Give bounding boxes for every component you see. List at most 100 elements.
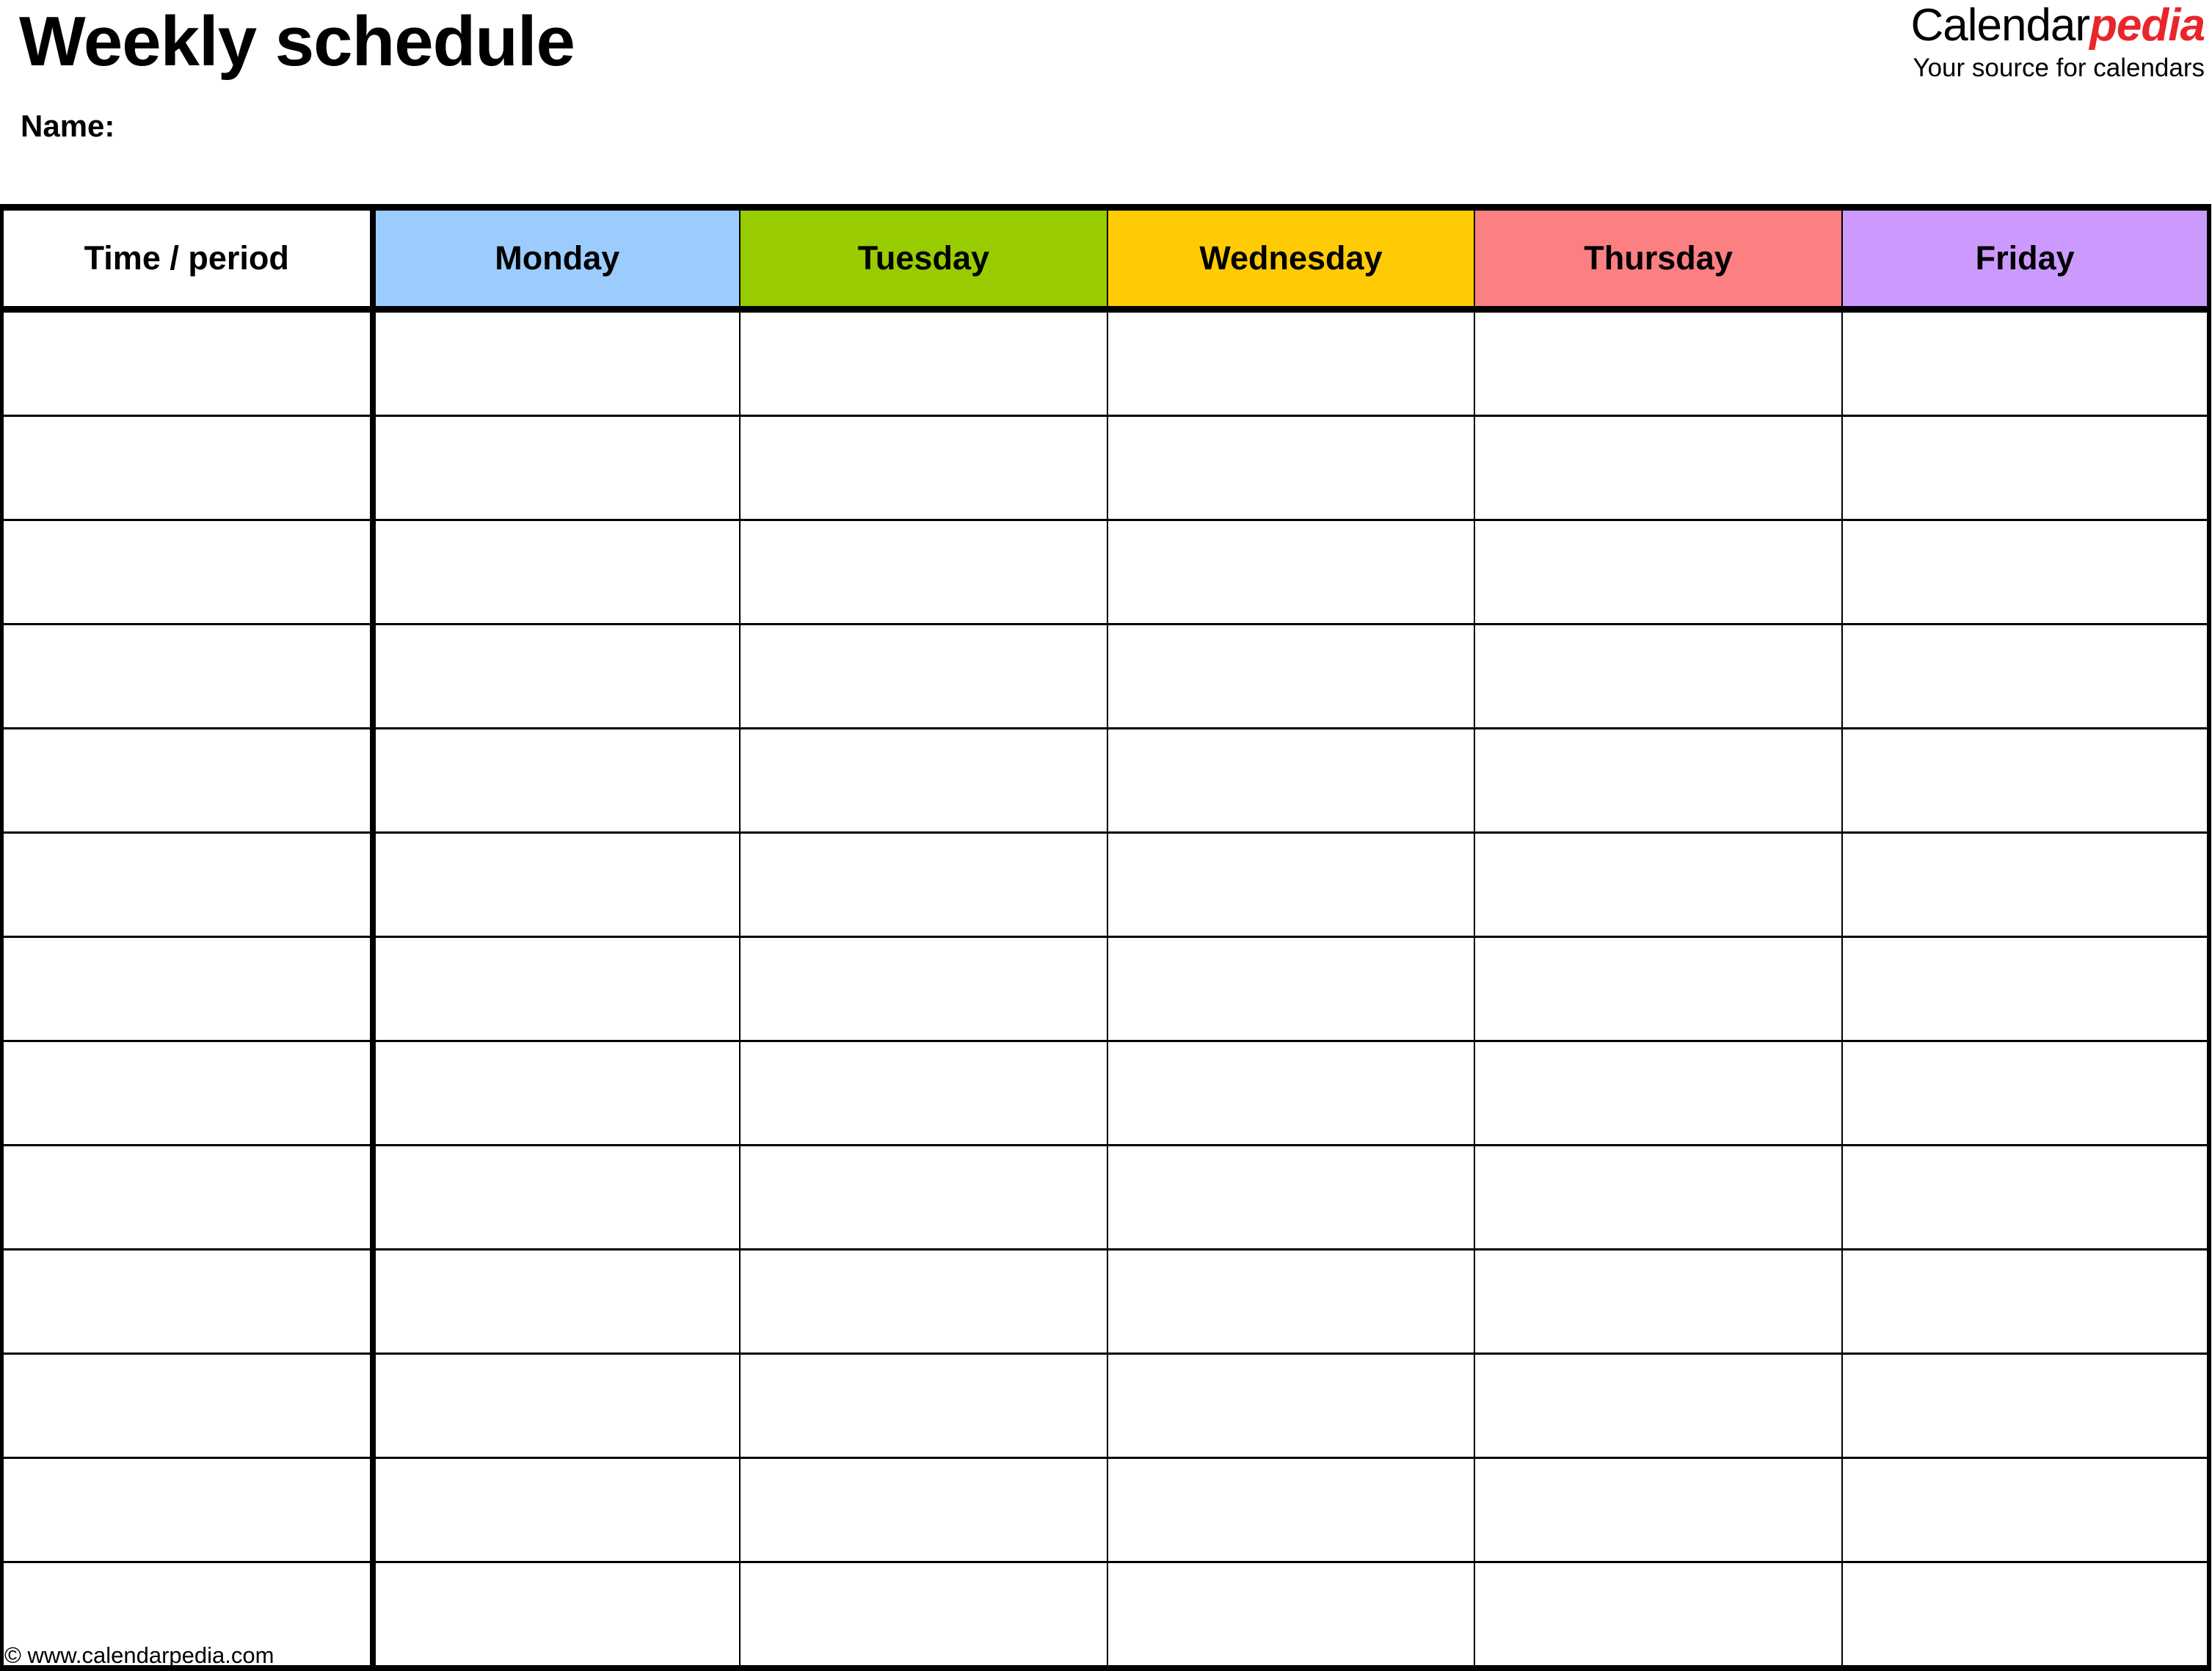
footer-copyright: © www.calendarpedia.com <box>4 1642 274 1668</box>
cell-time-row-7[interactable] <box>0 936 376 1042</box>
cell-friday-row-11[interactable] <box>1841 1353 2212 1459</box>
cell-friday-row-6[interactable] <box>1841 831 2212 938</box>
cell-time-row-11[interactable] <box>0 1353 376 1459</box>
cell-wednesday-row-8[interactable] <box>1106 1040 1476 1146</box>
cell-thursday-row-2[interactable] <box>1474 415 1843 521</box>
cell-tuesday-row-11[interactable] <box>739 1353 1108 1459</box>
cell-friday-row-7[interactable] <box>1841 936 2212 1042</box>
cell-wednesday-row-9[interactable] <box>1106 1144 1476 1250</box>
cell-friday-row-8[interactable] <box>1841 1040 2212 1146</box>
cell-tuesday-row-12[interactable] <box>739 1457 1108 1563</box>
cell-thursday-row-13[interactable] <box>1474 1561 1843 1671</box>
cell-tuesday-row-8[interactable] <box>739 1040 1108 1146</box>
cell-thursday-row-1[interactable] <box>1474 308 1843 417</box>
cell-time-row-10[interactable] <box>0 1248 376 1355</box>
table-row <box>0 1353 2212 1459</box>
cell-tuesday-row-6[interactable] <box>739 831 1108 938</box>
cell-thursday-row-10[interactable] <box>1474 1248 1843 1355</box>
cell-monday-row-11[interactable] <box>371 1353 741 1459</box>
table-row <box>0 1040 2212 1146</box>
cell-thursday-row-3[interactable] <box>1474 519 1843 625</box>
cell-wednesday-row-4[interactable] <box>1106 623 1476 729</box>
cell-tuesday-row-13[interactable] <box>739 1561 1108 1671</box>
cell-friday-row-3[interactable] <box>1841 519 2212 625</box>
cell-wednesday-row-13[interactable] <box>1106 1561 1476 1671</box>
cell-friday-row-5[interactable] <box>1841 727 2212 834</box>
cell-time-row-2[interactable] <box>0 415 376 521</box>
cell-tuesday-row-9[interactable] <box>739 1144 1108 1250</box>
column-header-thursday: Thursday <box>1474 204 1843 313</box>
cell-friday-row-2[interactable] <box>1841 415 2212 521</box>
cell-wednesday-row-11[interactable] <box>1106 1353 1476 1459</box>
column-header-wednesday: Wednesday <box>1106 204 1476 313</box>
cell-tuesday-row-4[interactable] <box>739 623 1108 729</box>
cell-wednesday-row-3[interactable] <box>1106 519 1476 625</box>
cell-wednesday-row-5[interactable] <box>1106 727 1476 834</box>
cell-monday-row-4[interactable] <box>371 623 741 729</box>
cell-monday-row-12[interactable] <box>371 1457 741 1563</box>
cell-wednesday-row-10[interactable] <box>1106 1248 1476 1355</box>
cell-time-row-4[interactable] <box>0 623 376 729</box>
table-row <box>0 415 2212 521</box>
cell-tuesday-row-10[interactable] <box>739 1248 1108 1355</box>
cell-monday-row-13[interactable] <box>371 1561 741 1671</box>
cell-monday-row-10[interactable] <box>371 1248 741 1355</box>
cell-monday-row-5[interactable] <box>371 727 741 834</box>
cell-monday-row-1[interactable] <box>371 308 741 417</box>
cell-time-row-6[interactable] <box>0 831 376 938</box>
cell-time-row-1[interactable] <box>0 308 376 417</box>
cell-time-row-5[interactable] <box>0 727 376 834</box>
cell-monday-row-3[interactable] <box>371 519 741 625</box>
cell-friday-row-9[interactable] <box>1841 1144 2212 1250</box>
table-row <box>0 936 2212 1042</box>
cell-monday-row-2[interactable] <box>371 415 741 521</box>
brand-wordmark: Calendarpedia <box>1750 0 2205 51</box>
cell-friday-row-1[interactable] <box>1841 308 2212 417</box>
cell-wednesday-row-6[interactable] <box>1106 831 1476 938</box>
cell-wednesday-row-7[interactable] <box>1106 936 1476 1042</box>
cell-time-row-8[interactable] <box>0 1040 376 1146</box>
cell-thursday-row-11[interactable] <box>1474 1353 1843 1459</box>
column-header-tuesday: Tuesday <box>739 204 1108 313</box>
table-row <box>0 308 2212 417</box>
cell-thursday-row-12[interactable] <box>1474 1457 1843 1563</box>
table-row <box>0 831 2212 938</box>
cell-tuesday-row-2[interactable] <box>739 415 1108 521</box>
weekly-schedule-table: Time / period Monday Tuesday Wednesday T… <box>0 204 2212 1671</box>
table-header-row: Time / period Monday Tuesday Wednesday T… <box>0 204 2212 313</box>
table-head: Time / period Monday Tuesday Wednesday T… <box>0 204 2212 313</box>
cell-thursday-row-8[interactable] <box>1474 1040 1843 1146</box>
table-row <box>0 1248 2212 1355</box>
document-header: Weekly schedule Name: Calendarpedia Your… <box>0 0 2212 198</box>
cell-friday-row-4[interactable] <box>1841 623 2212 729</box>
cell-thursday-row-5[interactable] <box>1474 727 1843 834</box>
cell-wednesday-row-1[interactable] <box>1106 308 1476 417</box>
cell-tuesday-row-3[interactable] <box>739 519 1108 625</box>
table-row <box>0 1144 2212 1250</box>
cell-thursday-row-9[interactable] <box>1474 1144 1843 1250</box>
cell-tuesday-row-7[interactable] <box>739 936 1108 1042</box>
cell-wednesday-row-2[interactable] <box>1106 415 1476 521</box>
cell-friday-row-10[interactable] <box>1841 1248 2212 1355</box>
table-row <box>0 727 2212 834</box>
cell-thursday-row-7[interactable] <box>1474 936 1843 1042</box>
cell-time-row-12[interactable] <box>0 1457 376 1563</box>
cell-monday-row-6[interactable] <box>371 831 741 938</box>
cell-monday-row-9[interactable] <box>371 1144 741 1250</box>
cell-tuesday-row-1[interactable] <box>739 308 1108 417</box>
cell-time-row-3[interactable] <box>0 519 376 625</box>
cell-tuesday-row-5[interactable] <box>739 727 1108 834</box>
page-title: Weekly schedule <box>19 2 575 81</box>
cell-wednesday-row-12[interactable] <box>1106 1457 1476 1563</box>
table-row <box>0 1457 2212 1563</box>
table-row <box>0 623 2212 729</box>
calendarpedia-logo[interactable]: Calendarpedia Your source for calendars <box>1750 0 2205 84</box>
cell-time-row-9[interactable] <box>0 1144 376 1250</box>
weekly-schedule-page: Weekly schedule Name: Calendarpedia Your… <box>0 0 2212 1671</box>
cell-thursday-row-6[interactable] <box>1474 831 1843 938</box>
cell-monday-row-8[interactable] <box>371 1040 741 1146</box>
cell-friday-row-12[interactable] <box>1841 1457 2212 1563</box>
cell-thursday-row-4[interactable] <box>1474 623 1843 729</box>
cell-monday-row-7[interactable] <box>371 936 741 1042</box>
cell-friday-row-13[interactable] <box>1841 1561 2212 1671</box>
